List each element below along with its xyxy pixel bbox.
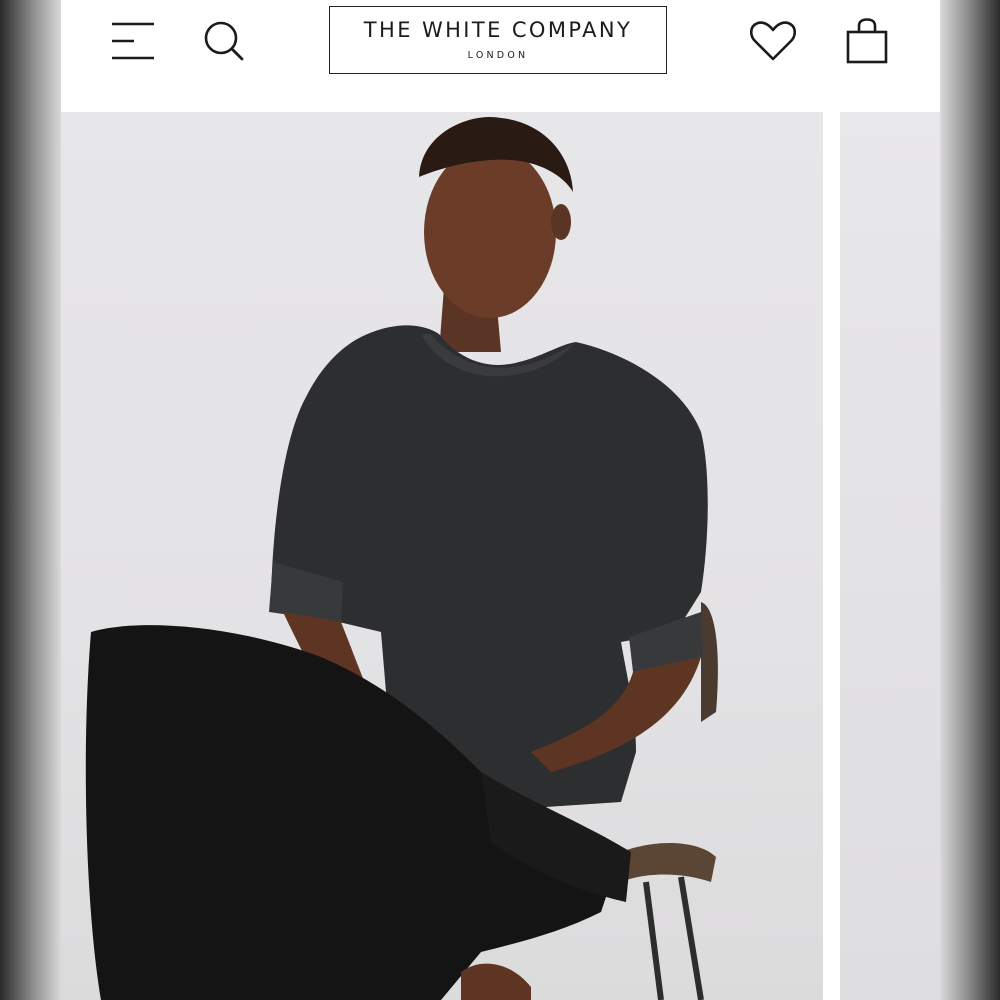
heart-icon bbox=[750, 21, 796, 61]
menu-button[interactable] bbox=[105, 14, 157, 68]
brand-logo[interactable]: THE WHITE COMPANY LONDON bbox=[329, 6, 667, 74]
product-image-main[interactable] bbox=[61, 112, 823, 1000]
left-letterbox bbox=[0, 0, 61, 1000]
shopping-bag-button[interactable] bbox=[841, 14, 893, 68]
model-illustration bbox=[85, 116, 718, 1000]
search-icon bbox=[204, 21, 244, 61]
wishlist-button[interactable] bbox=[747, 16, 799, 66]
brand-location: LONDON bbox=[467, 49, 529, 61]
site-header: THE WHITE COMPANY LONDON bbox=[61, 0, 940, 112]
right-letterbox bbox=[940, 0, 1000, 1000]
search-button[interactable] bbox=[199, 16, 249, 66]
shopping-bag-icon bbox=[846, 18, 888, 64]
product-image-next[interactable] bbox=[840, 112, 940, 1000]
brand-name: THE WHITE COMPANY bbox=[363, 17, 633, 42]
product-page: THE WHITE COMPANY LONDON bbox=[61, 0, 940, 1000]
menu-icon bbox=[112, 22, 154, 60]
